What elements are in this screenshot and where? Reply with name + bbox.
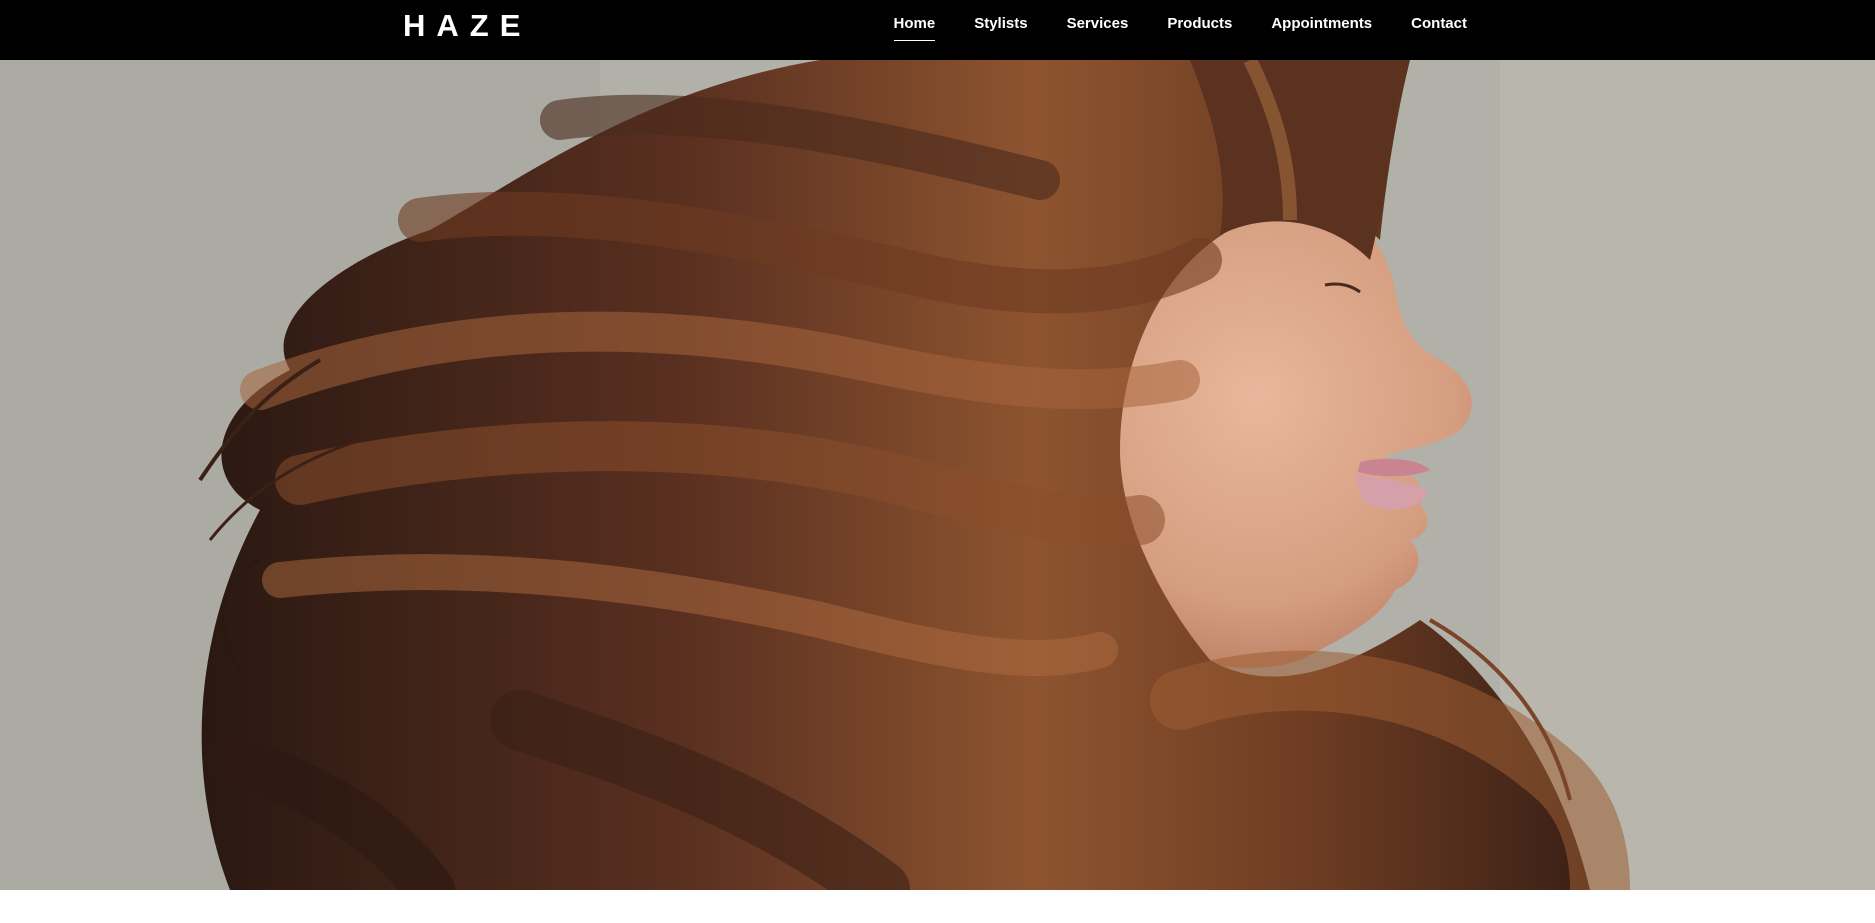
- nav-item-appointments[interactable]: Appointments: [1271, 15, 1372, 35]
- hero-image: [0, 60, 1875, 890]
- page: HAZE Home Stylists Services Products App…: [0, 0, 1875, 923]
- hero-banner: [0, 60, 1875, 890]
- nav-item-contact[interactable]: Contact: [1411, 15, 1467, 35]
- nav-item-services[interactable]: Services: [1067, 15, 1129, 35]
- nav-item-home[interactable]: Home: [893, 15, 935, 41]
- brand-logo[interactable]: HAZE: [403, 8, 531, 44]
- site-header: HAZE Home Stylists Services Products App…: [0, 0, 1875, 60]
- nav-item-products[interactable]: Products: [1167, 15, 1232, 35]
- nav-item-stylists[interactable]: Stylists: [974, 15, 1027, 35]
- main-nav: Home Stylists Services Products Appointm…: [893, 0, 1467, 60]
- page-content-start: [0, 890, 1875, 923]
